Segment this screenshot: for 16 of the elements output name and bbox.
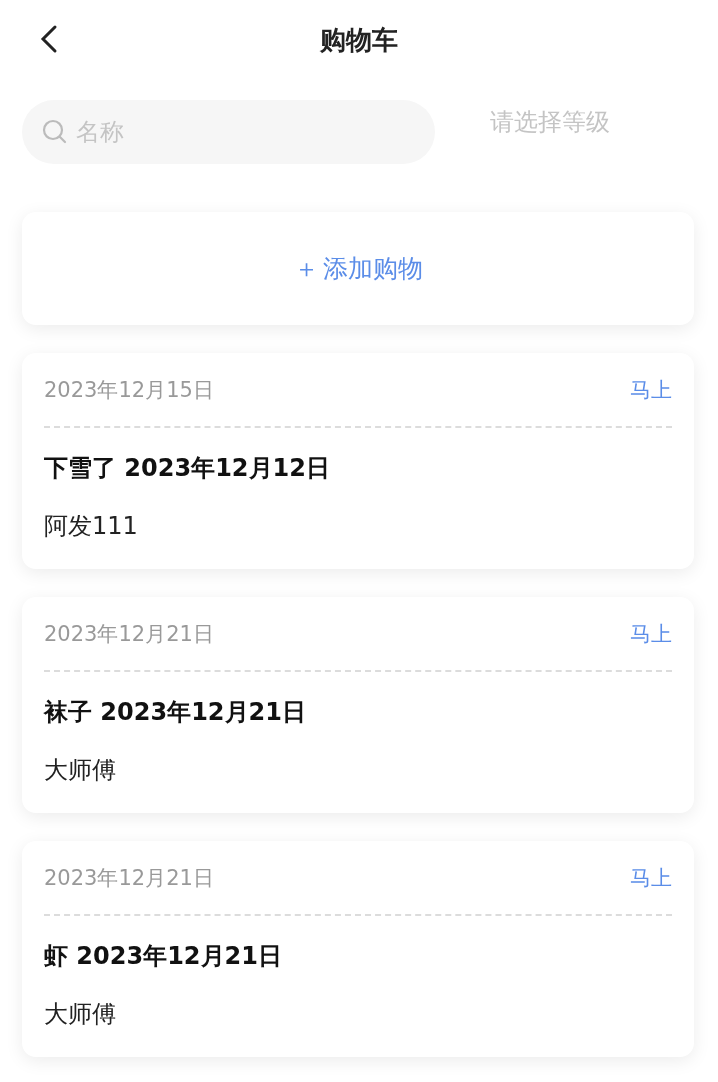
- page-title: 购物车: [320, 23, 398, 57]
- action-link[interactable]: 马上: [630, 619, 672, 648]
- level-select[interactable]: 请选择等级: [490, 106, 610, 138]
- action-link[interactable]: 马上: [630, 375, 672, 404]
- item-title: 虾 2023年12月21日: [44, 941, 283, 972]
- item-date: 2023年12月21日: [44, 620, 214, 648]
- item-subtitle: 大师傅: [44, 755, 117, 786]
- action-link[interactable]: 马上: [630, 863, 672, 892]
- add-button[interactable]: ＋ 添加购物: [22, 212, 694, 325]
- item-subtitle: 阿发111: [44, 511, 139, 542]
- item-title: 袜子 2023年12月21日: [44, 697, 307, 728]
- item-subtitle: 大师傅: [44, 999, 117, 1030]
- item-date: 2023年12月15日: [44, 376, 214, 404]
- item-title: 下雪了 2023年12月12日: [44, 453, 331, 484]
- item-date: 2023年12月21日: [44, 864, 214, 892]
- search-icon: [42, 119, 68, 145]
